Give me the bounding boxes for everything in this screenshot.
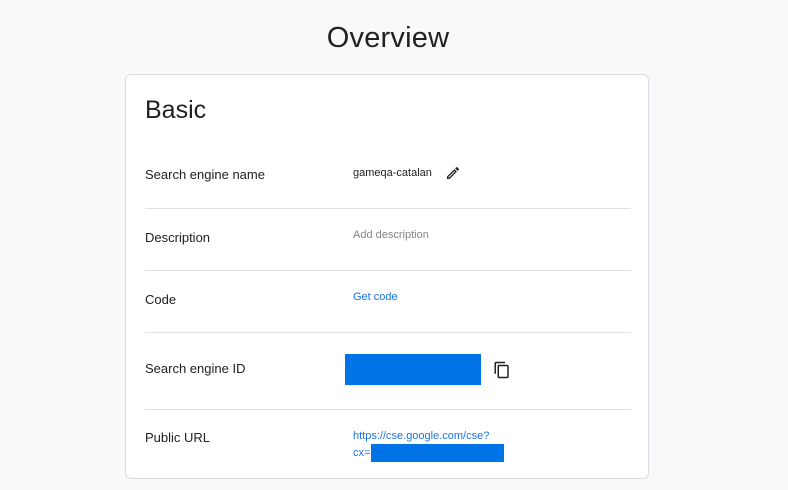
page-title: Overview [326,22,450,54]
row-search-engine-name: Search engine name gameqa-catalan [145,145,631,209]
get-code-link[interactable]: Get code [353,291,398,303]
basic-card: Basic Search engine name gameqa-catalan … [125,74,649,479]
row-public-url: Public URL https://cse.google.com/cse? c… [145,409,631,479]
description-label: Description [145,230,211,245]
public-url-line2-prefix[interactable]: cx= [353,447,370,459]
public-url-label: Public URL [145,430,211,445]
redacted-engine-id [345,354,481,385]
row-code: Code Get code [145,270,631,333]
card-heading: Basic [145,96,207,124]
copy-icon[interactable] [493,361,511,379]
row-description: Description Add description [145,208,631,271]
code-label: Code [145,292,177,307]
search-engine-name-label: Search engine name [145,167,265,182]
pencil-icon[interactable] [445,165,461,181]
search-engine-name-value: gameqa-catalan [353,167,432,179]
description-input[interactable]: Add description [353,229,429,241]
redacted-url-cx [371,444,504,462]
public-url-line1[interactable]: https://cse.google.com/cse? [353,430,489,442]
search-engine-id-label: Search engine ID [145,361,246,376]
row-search-engine-id: Search engine ID [145,332,631,410]
